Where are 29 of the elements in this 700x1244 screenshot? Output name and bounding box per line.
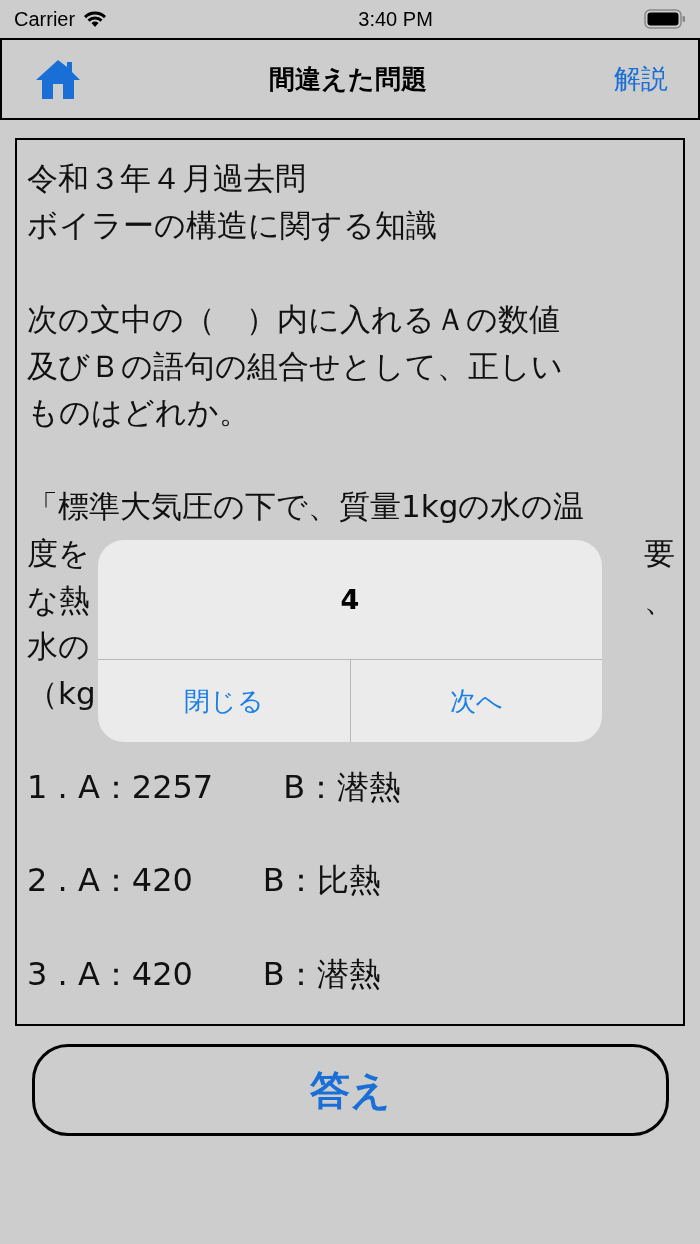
screen-title: 間違えた問題: [269, 62, 427, 96]
question-text: ものはどれか。: [27, 393, 250, 433]
status-time: 3:40 PM: [358, 7, 433, 31]
question-text: 度を: [27, 533, 90, 573]
answer-button[interactable]: 答え: [31, 1044, 669, 1136]
alert-title: 4: [340, 584, 360, 615]
question-text: ボイラーの構造に関する知識: [27, 206, 437, 246]
question-text: 、: [644, 580, 675, 620]
question-text: （kg: [27, 674, 96, 714]
alert-action-button[interactable]: 閉じる: [98, 660, 350, 742]
choice-a-text: 1 . A：2257: [27, 766, 214, 808]
wifi-icon: [83, 10, 108, 28]
choice-b-text: B：潜熱: [283, 766, 402, 808]
choice-a-text: 3 . A：420: [27, 953, 193, 995]
choice-b-text: B：潜熱: [262, 953, 381, 995]
question-text: 及びＢの語句の組合せとして、正しい: [27, 346, 563, 386]
choice-a-text: 2 . A：420: [27, 860, 193, 902]
choice-b-text: B：比熱: [262, 860, 381, 902]
alert-action-button[interactable]: 次へ: [349, 660, 602, 742]
question-text: 水の: [27, 627, 90, 667]
carrier-label: Carrier: [14, 7, 76, 31]
battery-icon: [644, 9, 686, 29]
question-text: 要: [644, 533, 675, 573]
question-text: 次の文中の（ ）内に入れるＡの数値: [27, 299, 560, 339]
question-text: 「標準大気圧の下で、質量1kgの水の温: [27, 486, 585, 526]
home-icon[interactable]: [34, 58, 82, 100]
question-text: 令和３年４月過去問: [27, 159, 306, 199]
explanation-button[interactable]: 解説: [614, 61, 668, 97]
question-text: な熱: [27, 580, 90, 620]
